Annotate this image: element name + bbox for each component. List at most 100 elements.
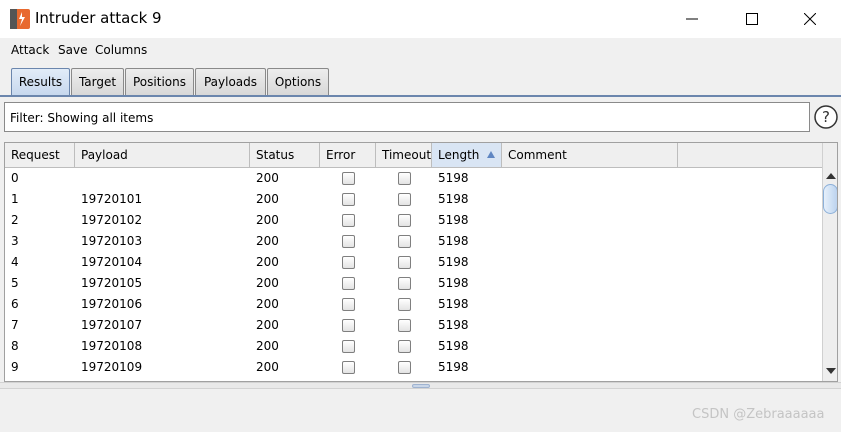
column-header-error[interactable]: Error [320, 143, 376, 168]
timeout-checkbox[interactable] [398, 298, 411, 311]
tab-options-label: Options [274, 75, 322, 89]
timeout-checkbox[interactable] [398, 277, 411, 290]
tab-results-label: Results [18, 75, 63, 89]
table-row[interactable]: 3 19720103 200 5198 [5, 231, 677, 252]
cell-request: 7 [11, 318, 19, 332]
table-row[interactable]: 7 19720107 200 5198 [5, 315, 677, 336]
cell-status: 200 [256, 297, 279, 311]
close-icon [804, 13, 816, 25]
tab-target[interactable]: Target [71, 68, 124, 95]
timeout-checkbox[interactable] [398, 235, 411, 248]
scroll-thumb[interactable] [823, 184, 837, 214]
timeout-checkbox[interactable] [398, 193, 411, 206]
column-header-request[interactable]: Request [5, 143, 75, 168]
menu-save[interactable]: Save [58, 43, 87, 57]
column-header-payload[interactable]: Payload [75, 143, 250, 168]
minimize-icon [686, 18, 698, 20]
cell-payload: 19720103 [81, 234, 143, 248]
cell-status: 200 [256, 276, 279, 290]
tab-underline [0, 95, 841, 97]
sort-ascending-icon [487, 151, 495, 158]
cell-length: 5198 [438, 255, 469, 269]
column-header-length[interactable]: Length [432, 143, 502, 168]
table-row[interactable]: 1 19720101 200 5198 [5, 189, 677, 210]
cell-request: 8 [11, 339, 19, 353]
cell-length: 5198 [438, 234, 469, 248]
timeout-checkbox[interactable] [398, 340, 411, 353]
minimize-button[interactable] [664, 0, 720, 38]
help-icon[interactable]: ? [814, 105, 838, 129]
error-checkbox[interactable] [342, 235, 355, 248]
column-header-length-label: Length [438, 148, 480, 162]
timeout-checkbox[interactable] [398, 214, 411, 227]
close-button[interactable] [782, 0, 838, 38]
filter-bar[interactable]: Filter: Showing all items [4, 102, 810, 132]
cell-length: 5198 [438, 276, 469, 290]
error-checkbox[interactable] [342, 256, 355, 269]
tab-options[interactable]: Options [267, 68, 329, 95]
cell-length: 5198 [438, 213, 469, 227]
cell-request: 3 [11, 234, 19, 248]
error-checkbox[interactable] [342, 340, 355, 353]
cell-status: 200 [256, 213, 279, 227]
table-row[interactable]: 5 19720105 200 5198 [5, 273, 677, 294]
maximize-icon [746, 13, 758, 25]
split-pane-grip[interactable] [412, 384, 430, 388]
tab-target-label: Target [78, 75, 117, 89]
scroll-up-icon[interactable] [826, 173, 836, 179]
error-checkbox[interactable] [342, 298, 355, 311]
menu-attack[interactable]: Attack [11, 43, 49, 57]
vertical-scrollbar[interactable] [822, 143, 837, 381]
table-row[interactable]: 9 19720109 200 5198 [5, 357, 677, 378]
cell-payload: 19720105 [81, 276, 143, 290]
window-title: Intruder attack 9 [35, 9, 162, 27]
cell-length: 5198 [438, 297, 469, 311]
cell-request: 6 [11, 297, 19, 311]
burp-icon [10, 9, 30, 29]
error-checkbox[interactable] [342, 319, 355, 332]
cell-payload: 19720101 [81, 192, 143, 206]
timeout-checkbox[interactable] [398, 256, 411, 269]
column-header-comment[interactable]: Comment [502, 143, 678, 168]
tab-payloads[interactable]: Payloads [195, 68, 266, 95]
menu-columns[interactable]: Columns [95, 43, 147, 57]
timeout-checkbox[interactable] [398, 361, 411, 374]
error-checkbox[interactable] [342, 193, 355, 206]
table-header: Request Payload Status Error Timeout Len… [5, 143, 822, 168]
tab-results[interactable]: Results [11, 68, 70, 95]
table-row[interactable]: 4 19720104 200 5198 [5, 252, 677, 273]
table-row[interactable]: 6 19720106 200 5198 [5, 294, 677, 315]
column-header-timeout[interactable]: Timeout [376, 143, 432, 168]
tab-strip: Results Target Positions Payloads Option… [0, 62, 841, 98]
cell-length: 5198 [438, 318, 469, 332]
column-header-status[interactable]: Status [250, 143, 320, 168]
cell-status: 200 [256, 339, 279, 353]
error-checkbox[interactable] [342, 214, 355, 227]
scroll-down-icon[interactable] [826, 368, 836, 374]
column-header-filler [678, 143, 822, 168]
maximize-button[interactable] [724, 0, 780, 38]
tab-payloads-label: Payloads [203, 75, 258, 89]
filter-text: Filter: Showing all items [10, 111, 154, 125]
title-bar: Intruder attack 9 [0, 0, 841, 38]
cell-length: 5198 [438, 171, 469, 185]
cell-length: 5198 [438, 360, 469, 374]
error-checkbox[interactable] [342, 361, 355, 374]
error-checkbox[interactable] [342, 172, 355, 185]
cell-status: 200 [256, 234, 279, 248]
tab-positions-label: Positions [133, 75, 186, 89]
table-row[interactable]: 2 19720102 200 5198 [5, 210, 677, 231]
error-checkbox[interactable] [342, 277, 355, 290]
cell-status: 200 [256, 192, 279, 206]
table-row[interactable]: 8 19720108 200 5198 [5, 336, 677, 357]
table-row[interactable]: 0 200 5198 [5, 168, 677, 189]
tab-positions[interactable]: Positions [125, 68, 194, 95]
cell-request: 1 [11, 192, 19, 206]
cell-payload: 19720102 [81, 213, 143, 227]
menu-bar: Attack Save Columns [0, 38, 841, 62]
timeout-checkbox[interactable] [398, 319, 411, 332]
timeout-checkbox[interactable] [398, 172, 411, 185]
cell-status: 200 [256, 171, 279, 185]
cell-request: 9 [11, 360, 19, 374]
cell-request: 4 [11, 255, 19, 269]
